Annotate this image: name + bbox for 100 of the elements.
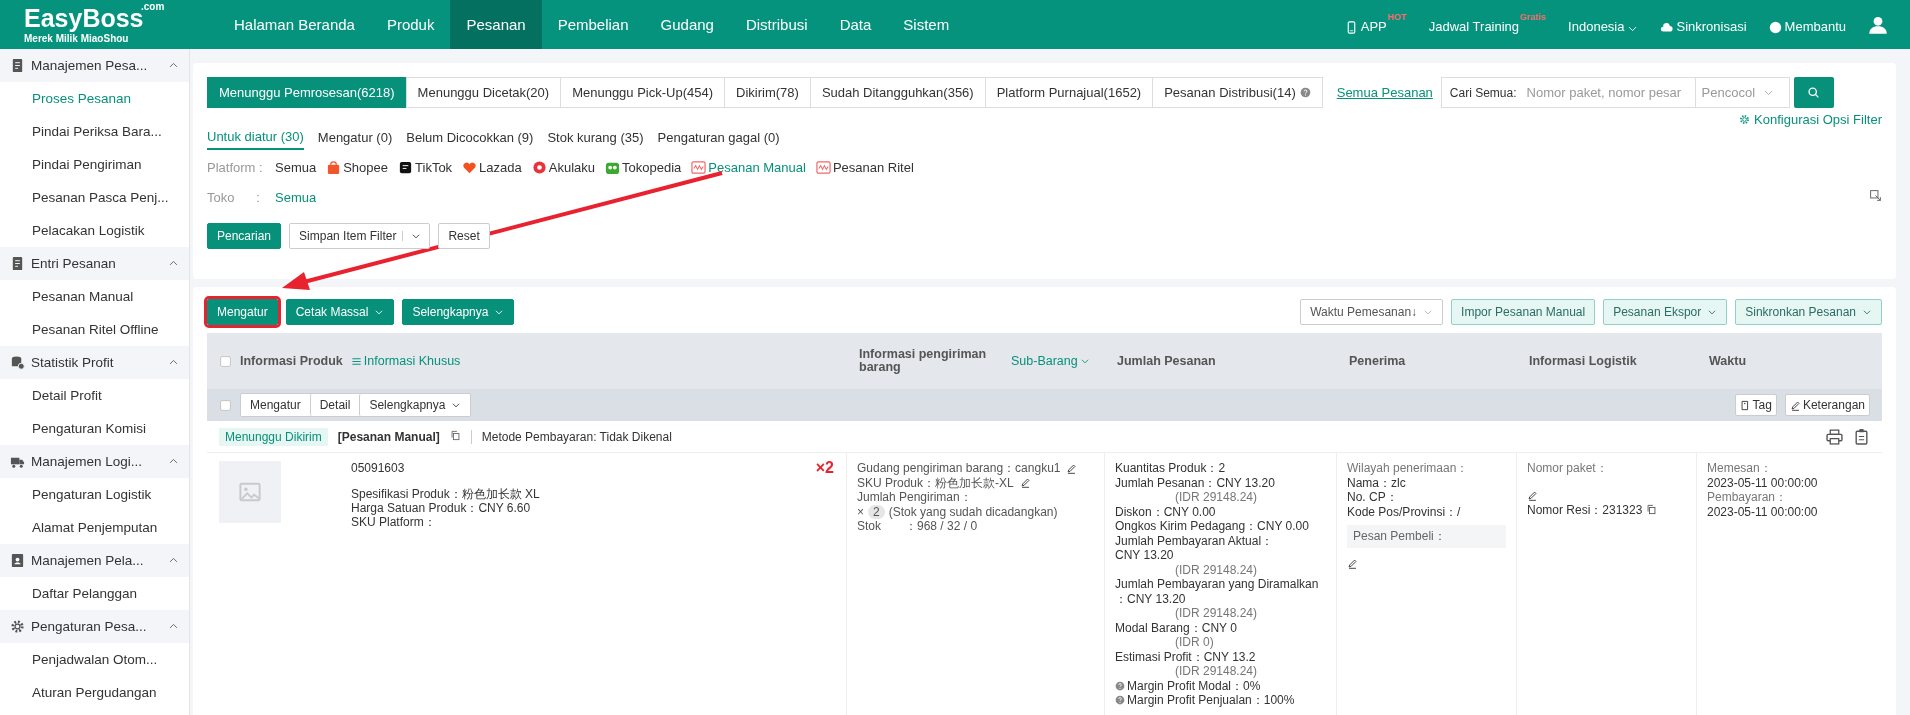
sidebar-item[interactable]: Pengaturan Logistik xyxy=(0,478,189,511)
shipping-detail: Stok ：968 / 32 / 0 xyxy=(857,519,979,534)
action-button[interactable]: Sinkronkan Pesanan xyxy=(1735,299,1882,325)
action-button[interactable]: Impor Pesanan Manual xyxy=(1451,299,1596,325)
nav-item[interactable]: Produk xyxy=(370,0,451,49)
status-tab[interactable]: Menunggu Dicetak(20) xyxy=(405,77,562,108)
header-link[interactable]: Jadwal Training Gratis xyxy=(1428,11,1547,38)
sidebar-group[interactable]: Manajemen Pesa... xyxy=(0,49,189,82)
sub-tab[interactable]: Untuk diatur (30) xyxy=(207,125,304,150)
sidebar-item[interactable]: Aturan Pergudangan xyxy=(0,676,189,709)
header-link[interactable]: Membantu xyxy=(1768,11,1846,38)
logistics-detail: Nomor paket： xyxy=(1527,461,1609,476)
platform-option[interactable]: Pesanan Manual xyxy=(691,160,806,175)
search-field[interactable]: Cari Semua: Nomor paket, nomor pesar Pencocol xyxy=(1440,77,1790,108)
sidebar-group[interactable]: Entri Pesanan xyxy=(0,247,189,280)
platform-option[interactable]: Semua xyxy=(275,160,317,175)
image-icon xyxy=(239,481,261,503)
store-option[interactable]: Semua xyxy=(275,189,317,205)
nav-item[interactable]: Halaman Beranda xyxy=(218,0,371,49)
note-button[interactable]: Keterangan xyxy=(1784,394,1870,416)
sidebar-group[interactable]: Manajemen Pela... xyxy=(0,544,189,577)
header-link[interactable]: Sinkronisasi xyxy=(1660,11,1747,38)
reset-button[interactable]: Reset xyxy=(438,223,490,249)
save-filter-button[interactable]: Simpan Item Filter xyxy=(289,223,431,249)
nav-item[interactable]: Data xyxy=(823,0,888,49)
amount-detail: Margin Profit Penjualan：100% xyxy=(1127,693,1295,708)
chevron-down-icon xyxy=(1079,356,1090,366)
sidebar-group[interactable]: Manajemen Logi... xyxy=(0,445,189,478)
action-button[interactable]: Selengkapnya xyxy=(402,299,515,325)
platform-option[interactable]: Shopee xyxy=(326,160,389,175)
filter-config-link[interactable]: Konfigurasi Opsi Filter xyxy=(1739,112,1882,127)
amount-detail: Diskon：CNY 0.00 xyxy=(1115,504,1217,519)
platform-option[interactable]: Lazada xyxy=(462,160,522,175)
sidebar-item[interactable]: Daftar Pelanggan xyxy=(0,577,189,610)
nav-item[interactable]: Sistem xyxy=(887,0,966,49)
nav-item[interactable]: Distribusi xyxy=(729,0,824,49)
status-tab[interactable]: Menunggu Pick-Up(454) xyxy=(560,77,726,108)
search-button[interactable]: Pencarian xyxy=(207,223,282,249)
action-button[interactable]: Mengatur xyxy=(207,299,278,325)
cloud-icon xyxy=(1660,20,1674,34)
sub-tab[interactable]: Pengaturan gagal (0) xyxy=(657,126,780,149)
sidebar-item[interactable]: Detail Profit xyxy=(0,379,189,412)
status-tab[interactable]: Pesanan Distribusi(14) xyxy=(1152,77,1323,108)
nav-item[interactable]: Pembelian xyxy=(541,0,645,49)
shipping-count: × 2 (Stok yang sudah dicadangkan) xyxy=(857,504,1058,519)
sidebar-item[interactable]: Pesanan Pasca Penj... xyxy=(0,181,189,214)
sidebar-item[interactable]: Pelacakan Logistik xyxy=(0,214,189,247)
status-tab[interactable]: Platform Purnajual(1652) xyxy=(984,77,1154,108)
sidebar-item[interactable]: Proses Pesanan xyxy=(0,82,189,115)
sub-tab[interactable]: Stok kurang (35) xyxy=(547,126,644,149)
logistics-detail: Nomor Resi：231323 xyxy=(1527,502,1643,517)
status-tab[interactable]: Sudah Ditangguhkan(356) xyxy=(809,77,986,108)
amount-detail: Kuantitas Produk：2 xyxy=(1115,461,1227,476)
amount-detail: Jumlah Pembayaran Aktual： xyxy=(1115,533,1275,548)
export-icon xyxy=(1869,189,1882,202)
sidebar-item[interactable]: Alamat Penjemputan xyxy=(0,511,189,544)
sidebar-item[interactable]: Pengaturan Komisi xyxy=(0,412,189,445)
sub-tab[interactable]: Mengatur (0) xyxy=(317,126,393,149)
tag-button[interactable]: Tag xyxy=(1734,394,1777,416)
status-tab[interactable]: Dikirim(78) xyxy=(724,77,811,108)
chevron-down-icon xyxy=(1423,307,1434,317)
nav-item[interactable]: Pesanan xyxy=(450,0,542,49)
payment-method: Metode Pembayaran: Tidak Dikenal xyxy=(470,429,672,444)
column-header: Informasi Logistik xyxy=(1529,354,1637,368)
search-button[interactable] xyxy=(1793,77,1834,108)
platform-option[interactable]: TikTok xyxy=(398,160,453,175)
sidebar-group[interactable]: Pengaturan Pesa... xyxy=(0,610,189,643)
sort-dropdown[interactable]: Waktu Pemesanan↓ xyxy=(1300,299,1444,325)
checkbox-icon[interactable] xyxy=(219,354,232,368)
sidebar-item[interactable]: Pesanan Ritel Offline xyxy=(0,313,189,346)
checkbox-icon[interactable] xyxy=(219,398,232,412)
nav-item[interactable]: Gudang xyxy=(644,0,730,49)
wave-icon xyxy=(815,160,831,175)
platform-option[interactable]: Tokopedia xyxy=(605,160,682,175)
amount-detail: Margin Profit Modal：0% xyxy=(1127,678,1261,693)
amount-detail: Ongkos Kirim Pedagang：CNY 0.00 xyxy=(1115,519,1310,534)
column-header: Informasi pengiriman barang xyxy=(859,348,988,374)
header-link[interactable]: APP HOT xyxy=(1344,11,1407,38)
action-button[interactable]: Cetak Massal xyxy=(285,299,395,325)
sidebar-item[interactable]: Penjadwalan Otom... xyxy=(0,643,189,676)
badge-label: HOT xyxy=(1387,11,1407,22)
amount-detail: Modal Barang：CNY 0 xyxy=(1115,620,1238,635)
product-detail: Harga Satuan Produk：CNY 6.60 xyxy=(351,501,532,515)
sub-tab[interactable]: Belum Dicocokkan (9) xyxy=(406,126,534,149)
status-tag: Menunggu Dikirim xyxy=(219,427,328,446)
action-button[interactable]: Pesanan Ekspor xyxy=(1603,299,1728,325)
platform-option[interactable]: Pesanan Ritel xyxy=(815,160,914,175)
quantity: ×2 xyxy=(815,461,834,476)
sidebar-item[interactable]: Pesanan Manual xyxy=(0,280,189,313)
order-type: [Pesanan Manual] xyxy=(337,429,440,444)
all-orders-link[interactable]: Semua Pesanan xyxy=(1336,85,1433,100)
sidebar-group[interactable]: Statistik Profit xyxy=(0,346,189,379)
platform-option[interactable]: Akulaku xyxy=(531,160,595,175)
sidebar-item[interactable]: Pindai Pengiriman xyxy=(0,148,189,181)
status-tab[interactable]: Menunggu Pemrosesan(6218) xyxy=(207,77,407,108)
language-selector[interactable]: Indonesia xyxy=(1568,11,1639,38)
bulk-action-button[interactable]: Selengkapnya xyxy=(359,394,471,416)
sidebar-item[interactable]: Pindai Periksa Bara... xyxy=(0,115,189,148)
shipping-detail: Gudang pengiriman barang：cangku1 xyxy=(857,461,1061,476)
time-detail: Memesan： xyxy=(1707,461,1773,476)
